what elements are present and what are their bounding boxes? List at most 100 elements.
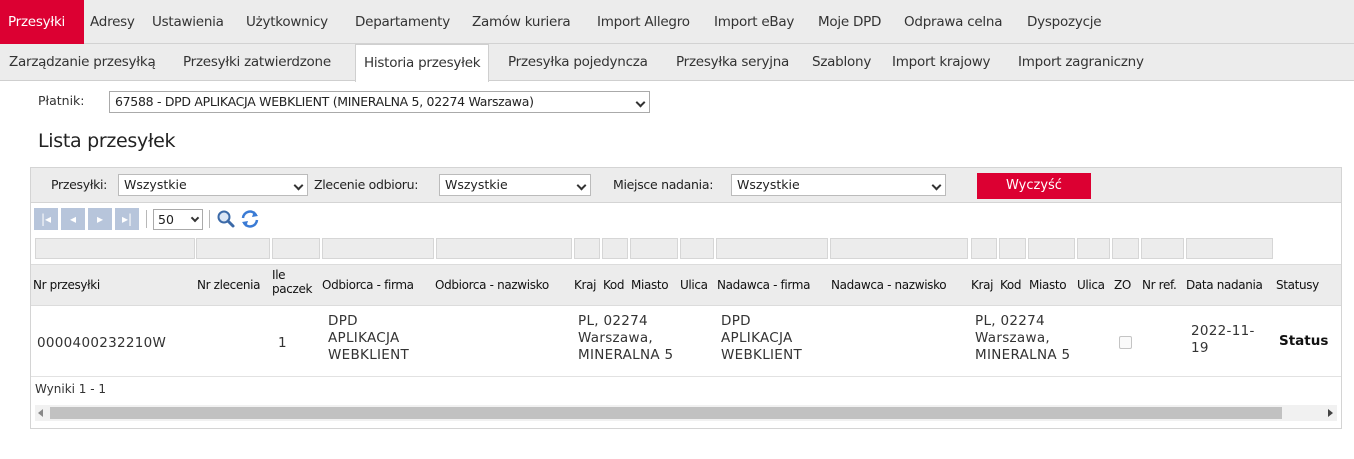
prev-page-icon[interactable]: ◂: [61, 208, 85, 230]
filter-kraj-nadawcy[interactable]: [971, 238, 997, 259]
filter-nadawca-firma[interactable]: [716, 238, 828, 259]
cell-data-nadania-2: 19: [1191, 340, 1209, 356]
col-kod[interactable]: Kod: [603, 278, 625, 292]
pickup-filter-select[interactable]: Wszystkie: [439, 174, 591, 196]
table-header: Nr przesyłki Nr zlecenia Ile paczek Odbi…: [31, 264, 1341, 306]
filter-ulica[interactable]: [680, 238, 714, 259]
col-nadawca-nazwisko[interactable]: Nadawca - nazwisko: [831, 278, 947, 292]
cell-ile-paczek: 1: [278, 335, 287, 351]
tab-import-zagraniczny[interactable]: Import zagraniczny: [1018, 44, 1144, 81]
col-zo[interactable]: ZO: [1114, 278, 1131, 292]
col-ile-paczek-line2[interactable]: paczek: [272, 282, 312, 296]
table-row[interactable]: 0000400232210W 1 DPD APLIKACJA WEBKLIENT…: [31, 307, 1341, 377]
main-nav: Przesyłki Adresy Ustawienia Użytkownicy …: [0, 0, 1354, 44]
filter-odbiorca-firma[interactable]: [322, 238, 434, 259]
cell-nadawca-firma-2: APLIKACJA: [721, 330, 793, 346]
tab-przesylki-zatwierdzone[interactable]: Przesyłki zatwierdzone: [183, 44, 331, 81]
search-icon[interactable]: [216, 209, 236, 229]
filter-odbiorca-nazwisko[interactable]: [436, 238, 572, 259]
scrollbar-thumb[interactable]: [50, 407, 1282, 419]
col-miasto[interactable]: Miasto: [631, 278, 669, 292]
cell-nr-przesylki: 0000400232210W: [37, 335, 167, 351]
shipments-filter-select[interactable]: Wszystkie: [118, 174, 308, 196]
filter-miasto[interactable]: [630, 238, 678, 259]
col-kod-nadawcy[interactable]: Kod: [1000, 278, 1022, 292]
shipments-filter-label: Przesyłki:: [51, 177, 108, 192]
chevron-down-icon: [293, 180, 304, 191]
nav-import-ebay[interactable]: Import eBay: [714, 0, 794, 44]
filter-nadawca-nazwisko[interactable]: [830, 238, 968, 259]
column-filter-row: [31, 238, 1341, 260]
nav-odprawa-celna[interactable]: Odprawa celna: [904, 0, 1003, 44]
nav-dyspozycje[interactable]: Dyspozycje: [1027, 0, 1102, 44]
nav-ustawienia[interactable]: Ustawienia: [152, 0, 224, 44]
col-nr-ref[interactable]: Nr ref.: [1142, 278, 1177, 292]
tab-szablony[interactable]: Szablony: [812, 44, 871, 81]
first-page-icon[interactable]: |◂: [34, 208, 58, 230]
col-nadawca-firma[interactable]: Nadawca - firma: [717, 278, 810, 292]
col-ile-paczek-line1[interactable]: Ile: [272, 268, 286, 282]
chevron-down-icon: [190, 213, 200, 223]
payer-value: 67588 - DPD APLIKACJA WEBKLIENT (MINERAL…: [115, 94, 534, 109]
filter-bar: Przesyłki: Wszystkie Zlecenie odbioru: W…: [31, 168, 1341, 203]
filter-kraj[interactable]: [574, 238, 600, 259]
last-page-icon[interactable]: ▸|: [115, 208, 139, 230]
cell-data-nadania-1: 2022-11-: [1191, 323, 1255, 339]
tab-historia-przesylek[interactable]: Historia przesyłek: [355, 44, 490, 82]
nav-import-allegro[interactable]: Import Allegro: [597, 0, 690, 44]
filter-kod[interactable]: [602, 238, 628, 259]
tab-przesylka-pojedyncza[interactable]: Przesyłka pojedyncza: [508, 44, 648, 81]
cell-odbiorca-adres-2: Warszawa,: [578, 330, 654, 346]
cell-odbiorca-adres-1: PL, 02274: [578, 313, 648, 329]
horizontal-scrollbar[interactable]: [35, 405, 1337, 421]
status-link[interactable]: Status: [1279, 333, 1328, 349]
col-ulica[interactable]: Ulica: [680, 278, 708, 292]
cell-odbiorca-firma-2: APLIKACJA: [328, 330, 400, 346]
shipments-filter-value: Wszystkie: [124, 177, 187, 192]
tab-przesylka-seryjna[interactable]: Przesyłka seryjna: [676, 44, 789, 81]
nav-przesylki[interactable]: Przesyłki: [0, 0, 84, 44]
payer-label: Płatnik:: [38, 93, 85, 108]
filter-ulica-nadawcy[interactable]: [1077, 238, 1110, 259]
filter-zo[interactable]: [1112, 238, 1139, 259]
col-statusy[interactable]: Statusy: [1276, 278, 1319, 292]
nav-adresy[interactable]: Adresy: [90, 0, 135, 44]
filter-nr-ref[interactable]: [1141, 238, 1184, 259]
col-nr-zlecenia[interactable]: Nr zlecenia: [197, 278, 261, 292]
cell-nadawca-firma-3: WEBKLIENT: [721, 347, 803, 363]
col-kraj[interactable]: Kraj: [574, 278, 596, 292]
tab-zarzadzanie-przesylka[interactable]: Zarządzanie przesyłką: [9, 44, 156, 81]
tab-import-krajowy[interactable]: Import krajowy: [892, 44, 991, 81]
scroll-right-icon[interactable]: [1328, 409, 1333, 417]
next-page-icon[interactable]: ▸: [88, 208, 112, 230]
page-size-select[interactable]: 50: [153, 209, 203, 230]
filter-nr-przesylki[interactable]: [35, 238, 195, 259]
cell-nadawca-adres-3: MINERALNA 5: [975, 347, 1071, 363]
nav-moje-dpd[interactable]: Moje DPD: [818, 0, 881, 44]
nav-zamow-kuriera[interactable]: Zamów kuriera: [472, 0, 571, 44]
filter-miasto-nadawcy[interactable]: [1028, 238, 1075, 259]
col-odbiorca-nazwisko[interactable]: Odbiorca - nazwisko: [435, 278, 549, 292]
col-kraj-nadawcy[interactable]: Kraj: [971, 278, 993, 292]
filter-nr-zlecenia[interactable]: [196, 238, 270, 259]
nav-departamenty[interactable]: Departamenty: [355, 0, 450, 44]
col-miasto-nadawcy[interactable]: Miasto: [1029, 278, 1067, 292]
cell-nadawca-firma-1: DPD: [721, 313, 751, 329]
clear-button[interactable]: Wyczyść: [977, 173, 1091, 199]
col-data-nadania[interactable]: Data nadania: [1186, 278, 1263, 292]
col-nr-przesylki[interactable]: Nr przesyłki: [33, 278, 100, 292]
payer-select[interactable]: 67588 - DPD APLIKACJA WEBKLIENT (MINERAL…: [109, 91, 650, 113]
place-filter-select[interactable]: Wszystkie: [731, 174, 946, 196]
chevron-down-icon: [635, 97, 646, 108]
filter-data-nadania[interactable]: [1186, 238, 1273, 259]
col-odbiorca-firma[interactable]: Odbiorca - firma: [322, 278, 414, 292]
filter-kod-nadawcy[interactable]: [999, 238, 1026, 259]
scroll-left-icon[interactable]: [38, 409, 43, 417]
chevron-down-icon: [931, 180, 942, 191]
col-ulica-nadawcy[interactable]: Ulica: [1077, 278, 1105, 292]
filter-ile-paczek[interactable]: [272, 238, 320, 259]
refresh-icon[interactable]: [239, 208, 261, 230]
nav-uzytkownicy[interactable]: Użytkownicy: [246, 0, 328, 44]
sub-nav: Zarządzanie przesyłką Przesyłki zatwierd…: [0, 44, 1354, 82]
zo-checkbox[interactable]: [1119, 336, 1132, 349]
